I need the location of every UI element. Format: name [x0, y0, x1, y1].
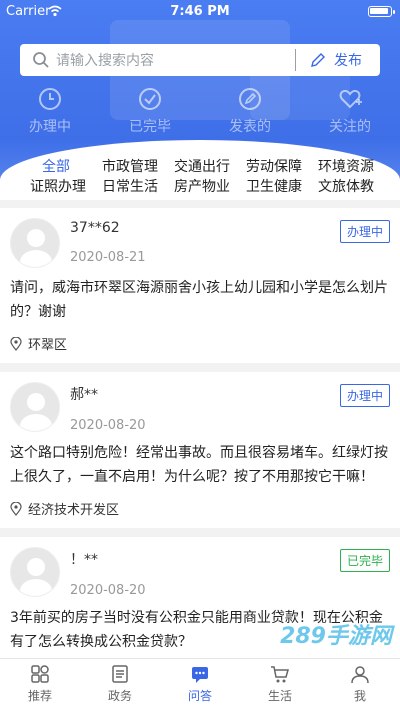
location-pin-icon	[10, 336, 22, 351]
location-label: 经济技术开发区	[28, 503, 120, 518]
category-culture[interactable]: 文旅体教	[318, 176, 374, 196]
edit-icon	[239, 88, 261, 110]
category-license[interactable]: 证照办理	[30, 176, 86, 196]
quick-item-processing[interactable]: 办理中	[0, 86, 100, 136]
quick-item-published[interactable]: 发表的	[200, 86, 300, 136]
avatar	[10, 382, 60, 432]
category-all[interactable]: 全部	[42, 156, 70, 176]
tab-label: 政务	[107, 689, 132, 703]
post-card[interactable]: 37**62 2020-08-21 办理中 请问，威海市环翠区海源丽舍小孩上幼儿…	[0, 208, 400, 363]
category-municipal[interactable]: 市政管理	[102, 156, 158, 176]
bottom-tab-bar: 推荐 政务 问答 生活 我	[0, 658, 400, 710]
grid-icon	[31, 665, 49, 683]
quick-item-label: 已完毕	[129, 119, 171, 135]
search-bar[interactable]: 请输入搜索内容 发布	[20, 44, 380, 76]
tab-government[interactable]: 政务	[80, 659, 160, 710]
category-health[interactable]: 卫生健康	[246, 176, 302, 196]
chat-icon	[192, 667, 208, 683]
quick-item-followed[interactable]: 关注的	[300, 86, 400, 136]
tab-label: 生活	[267, 689, 292, 703]
avatar	[10, 547, 60, 597]
post-date: 2020-08-20	[70, 418, 146, 433]
tab-label: 我	[353, 689, 366, 703]
post-content: 这个路口特别危险！经常出事故。而且很容易堵车。红绿灯按上很久了，一直不启用！为什…	[10, 445, 388, 485]
post-date: 2020-08-20	[70, 583, 146, 598]
post-card[interactable]: 郝** 2020-08-20 办理中 这个路口特别危险！经常出事故。而且很容易堵…	[0, 372, 400, 528]
search-input[interactable]: 请输入搜索内容	[56, 50, 295, 70]
status-badge: 办理中	[339, 220, 390, 243]
tab-label: 问答	[187, 689, 212, 703]
post-list: 37**62 2020-08-21 办理中 请问，威海市环翠区海源丽舍小孩上幼儿…	[0, 208, 400, 673]
edit-icon	[311, 53, 325, 67]
avatar	[10, 218, 60, 268]
location-label: 环翠区	[28, 338, 68, 353]
quick-item-label: 关注的	[329, 119, 371, 135]
tab-qa[interactable]: 问答	[160, 659, 240, 710]
check-circle-icon	[139, 88, 161, 110]
cart-icon	[271, 666, 289, 683]
quick-item-label: 发表的	[229, 119, 271, 135]
post-location: 环翠区	[10, 334, 390, 353]
user-icon	[351, 666, 369, 684]
category-tabs: 全部 市政管理 交通出行 劳动保障 环境资源 证照办理 日常生活 房产物业 卫生…	[0, 154, 400, 204]
search-icon	[33, 52, 49, 68]
post-date: 2020-08-21	[70, 250, 146, 265]
post-content: 请问，威海市环翠区海源丽舍小孩上幼儿园和小学是怎么划片的？谢谢	[10, 280, 388, 320]
publish-label: 发布	[334, 53, 362, 69]
publish-button[interactable]: 发布	[296, 50, 380, 70]
status-badge: 已完毕	[339, 549, 390, 572]
status-badge: 办理中	[339, 384, 390, 407]
category-traffic[interactable]: 交通出行	[174, 156, 230, 176]
tab-recommend[interactable]: 推荐	[0, 659, 80, 710]
tab-me[interactable]: 我	[320, 659, 400, 710]
location-pin-icon	[10, 501, 22, 516]
quick-filters: 办理中 已完毕 发表的 关注的	[0, 86, 400, 136]
post-location: 经济技术开发区	[10, 499, 390, 518]
quick-item-done[interactable]: 已完毕	[100, 86, 200, 136]
watermark-logo: 289手游网	[280, 624, 392, 649]
clock-icon	[39, 88, 61, 110]
category-daily-life[interactable]: 日常生活	[102, 176, 158, 196]
tab-label: 推荐	[27, 689, 52, 703]
clock: 7:46 PM	[170, 4, 230, 19]
battery-icon	[368, 6, 395, 17]
status-bar: Carrier 7:46 PM	[0, 0, 400, 22]
heart-plus-icon	[339, 89, 362, 109]
tab-life[interactable]: 生活	[240, 659, 320, 710]
category-environment[interactable]: 环境资源	[318, 156, 374, 176]
category-property[interactable]: 房产物业	[174, 176, 230, 196]
quick-item-label: 办理中	[29, 119, 71, 135]
document-icon	[112, 665, 128, 683]
category-labor[interactable]: 劳动保障	[246, 156, 302, 176]
